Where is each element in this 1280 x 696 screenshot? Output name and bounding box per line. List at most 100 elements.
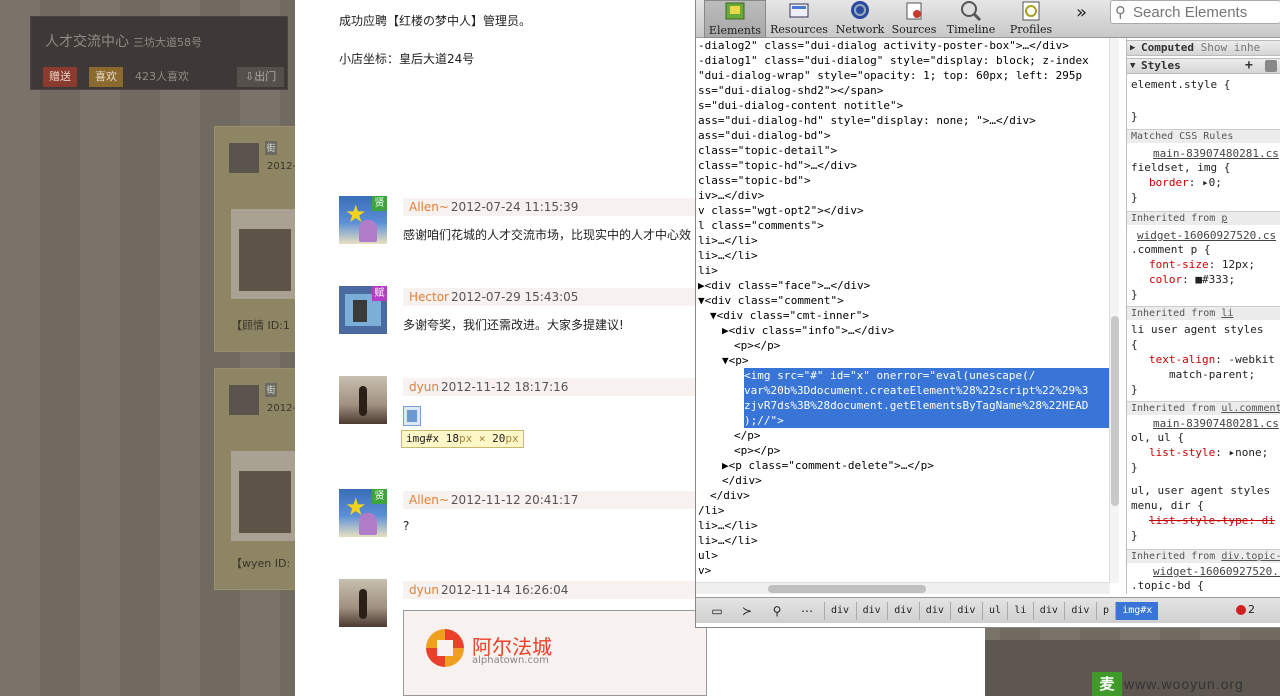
stylesheet-link[interactable]: main-83907480281.cs xyxy=(1153,147,1279,161)
avatar xyxy=(229,143,259,173)
gift-button[interactable]: 赠送 xyxy=(43,67,77,87)
tab-sources[interactable]: Sources xyxy=(890,0,938,38)
dom-node[interactable]: ▶<div class="face">…</div> xyxy=(698,278,870,293)
breadcrumb-item[interactable]: div xyxy=(1064,602,1095,620)
stylesheet-link[interactable]: widget-16060927520.cs xyxy=(1153,565,1280,579)
more-tabs-button[interactable]: » xyxy=(1076,2,1087,23)
computed-section-header[interactable]: ▶ Computed Show inhe xyxy=(1127,40,1280,56)
dom-node[interactable]: ▶<p class="comment-delete">…</p> xyxy=(722,458,934,473)
dom-node[interactable]: ul> xyxy=(698,548,718,563)
add-rule-button[interactable]: + xyxy=(1245,59,1253,73)
username-link[interactable]: dyun xyxy=(409,583,439,597)
dom-node-selected[interactable]: var%20b%3Ddocument.createElement%28%22sc… xyxy=(744,383,1110,398)
avatar[interactable]: ★ 贤 xyxy=(339,489,387,537)
dom-node[interactable]: ▶<div class="info">…</div> xyxy=(722,323,894,338)
dom-node-selected[interactable]: );//"> xyxy=(744,413,1110,428)
avatar[interactable]: 赋 xyxy=(339,286,387,334)
dom-node[interactable]: class="topic-detail"> xyxy=(698,143,837,158)
styles-section-header[interactable]: ▼ Styles + xyxy=(1127,58,1280,74)
inspect-search-icon[interactable]: ⚲ xyxy=(766,602,788,620)
dom-node[interactable]: </p> xyxy=(734,428,761,443)
tab-timeline[interactable]: Timeline xyxy=(942,0,1000,38)
tab-network[interactable]: Network xyxy=(834,0,886,38)
dom-node[interactable]: class="topic-bd"> xyxy=(698,173,811,188)
dom-node[interactable]: /li> xyxy=(698,503,725,518)
dom-node[interactable]: s="dui-dialog-content notitle"> xyxy=(698,98,903,113)
resources-icon xyxy=(789,3,809,18)
dom-node[interactable]: li>…</li> xyxy=(698,518,758,533)
dom-node[interactable]: ass="dui-dialog-bd"> xyxy=(698,128,830,143)
dom-node[interactable]: ass="dui-dialog-hd" style="display: none… xyxy=(698,113,1036,128)
dom-node[interactable]: class="topic-hd">…</div> xyxy=(698,158,857,173)
dom-node[interactable]: v class="wgt-opt2"></div> xyxy=(698,203,864,218)
dom-node[interactable]: </div> xyxy=(710,488,750,503)
more-options-icon[interactable]: ⋯ xyxy=(796,602,818,620)
comment-body: 感谢咱们花城的人才交流市场，比现实中的人才中心效 xyxy=(403,228,692,242)
username-link[interactable]: Allen~ xyxy=(409,200,449,214)
dom-node[interactable]: ▼<p> xyxy=(722,353,749,368)
dom-node-selected[interactable]: zjvR7ds%3B%28document.getElementsByTagNa… xyxy=(744,398,1110,413)
tab-profiles[interactable]: Profiles xyxy=(1004,0,1058,38)
element-style-rule[interactable]: element.style { xyxy=(1131,78,1230,92)
dom-node[interactable]: l class="comments"> xyxy=(698,218,824,233)
breadcrumb-item[interactable]: div xyxy=(887,602,918,620)
breadcrumb-item[interactable]: p xyxy=(1096,602,1115,620)
shop-coords: 小店坐标：皇后大道24号 xyxy=(339,52,475,66)
dom-node[interactable]: "dui-dialog-wrap" style="opacity: 1; top… xyxy=(698,68,1082,83)
dom-node[interactable]: ▼<div class="cmt-inner"> xyxy=(710,308,869,323)
breadcrumb-item[interactable]: div xyxy=(1032,602,1064,620)
bottom-badge[interactable]: 麦 xyxy=(1092,672,1122,696)
dom-node[interactable]: li>…</li> xyxy=(698,233,758,248)
avatar[interactable] xyxy=(339,579,387,627)
breadcrumb-item[interactable]: li xyxy=(1007,602,1032,620)
dom-node-selected[interactable]: <img src="#" id="x" onerror="eval(unesca… xyxy=(744,368,1110,383)
breadcrumb-item[interactable]: div xyxy=(824,602,855,620)
dom-node[interactable]: <p></p> xyxy=(734,338,780,353)
user-badge: 赋 xyxy=(372,286,387,301)
stylesheet-link[interactable]: widget-16060927520.cs xyxy=(1137,229,1276,243)
dom-node[interactable]: <p></p> xyxy=(734,443,780,458)
dom-node[interactable]: ▼<div class="comment"> xyxy=(698,293,844,308)
breadcrumb-item[interactable]: div xyxy=(918,602,950,620)
dom-node[interactable]: li>…</li> xyxy=(698,248,758,263)
avatar[interactable] xyxy=(339,376,387,424)
card-date: 2012- xyxy=(267,403,297,414)
dom-node[interactable]: ss="dui-dialog-shd2"></span> xyxy=(698,83,883,98)
dom-node[interactable]: -dialog1" class="dui-dialog" style="disp… xyxy=(698,53,1089,68)
dom-node[interactable]: li>…</li> xyxy=(698,533,758,548)
username-link[interactable]: dyun xyxy=(409,380,439,394)
breadcrumb-item[interactable]: img#x xyxy=(1115,602,1159,620)
dom-tree[interactable]: -dialog2" class="dui-dialog activity-pos… xyxy=(696,38,1110,583)
broken-image-icon[interactable] xyxy=(403,406,421,426)
comment-time: 2012-11-12 18:17:16 xyxy=(440,380,569,394)
shop-header: 人才交流中心 三坊大道58号 赠送 喜欢 423人喜欢 ⇩出门 xyxy=(30,16,288,90)
dom-node[interactable]: </div> xyxy=(722,473,762,488)
dom-node[interactable]: li> xyxy=(698,263,718,278)
search-elements-input[interactable] xyxy=(1133,2,1278,22)
breadcrumb-item[interactable]: ul xyxy=(982,602,1007,620)
avatar[interactable]: ★ 贤 xyxy=(339,196,387,244)
dom-node[interactable]: v> xyxy=(698,563,711,578)
card-caption: 【顾情 ID:1 xyxy=(231,319,290,332)
breadcrumb-item[interactable]: div xyxy=(950,602,981,620)
breadcrumb-item[interactable]: div xyxy=(855,602,887,620)
dock-icon[interactable]: ▭ xyxy=(706,602,728,620)
recruit-text: 成功应聘【红楼の梦中人】管理员。 xyxy=(339,14,532,28)
dom-horizontal-scrollbar[interactable] xyxy=(696,582,1110,594)
error-count[interactable]: 2 xyxy=(1248,603,1255,616)
stylesheet-link[interactable]: main-83907480281.cs xyxy=(1153,417,1279,431)
tab-elements[interactable]: Elements xyxy=(704,0,766,38)
alphatown-ad[interactable]: 阿尔法城 alphatown.com xyxy=(403,610,707,696)
tab-resources[interactable]: Resources xyxy=(768,0,830,38)
comment-time: 2012-11-14 16:26:04 xyxy=(440,583,569,597)
ad-url: alphatown.com xyxy=(472,655,549,666)
dom-vertical-scrollbar[interactable] xyxy=(1109,38,1119,583)
like-button[interactable]: 喜欢 xyxy=(89,67,123,87)
gear-icon[interactable] xyxy=(1265,60,1277,72)
username-link[interactable]: Hector xyxy=(409,290,449,304)
dom-node[interactable]: iv>…</div> xyxy=(698,188,764,203)
console-icon[interactable]: ≻ xyxy=(736,602,758,620)
dom-node[interactable]: -dialog2" class="dui-dialog activity-pos… xyxy=(698,38,1069,53)
username-link[interactable]: Allen~ xyxy=(409,493,449,507)
exit-button[interactable]: ⇩出门 xyxy=(237,67,285,87)
